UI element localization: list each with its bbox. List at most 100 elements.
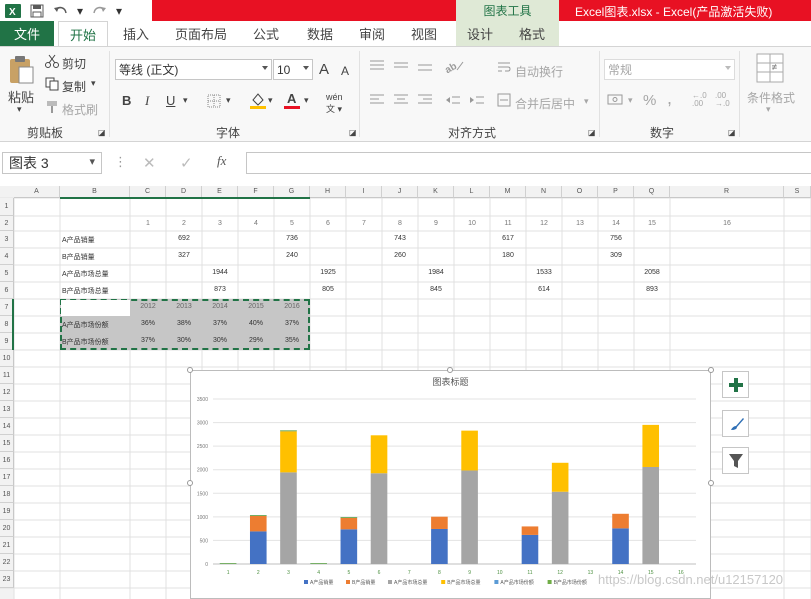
tab-insert[interactable]: 插入 — [113, 21, 159, 46]
tab-file[interactable]: 文件 — [0, 21, 54, 46]
align-bottom-icon[interactable] — [416, 59, 434, 73]
increase-decimal-icon[interactable]: ←.0.00 — [692, 92, 707, 108]
formula-input[interactable] — [246, 152, 811, 174]
tab-formulas[interactable]: 公式 — [244, 21, 288, 46]
percent-button[interactable]: % — [643, 92, 656, 109]
alignment-launcher-icon[interactable]: ◪ — [588, 128, 596, 137]
merge-center-icon[interactable] — [497, 93, 511, 107]
bar-segment[interactable] — [280, 472, 297, 564]
paste-icon[interactable] — [6, 55, 36, 85]
copy-button[interactable]: 复制 — [62, 78, 86, 95]
bar-segment[interactable] — [521, 534, 539, 564]
paste-dropdown-icon[interactable]: ▾ — [17, 104, 22, 115]
cancel-entry-icon[interactable]: ✕ — [143, 154, 156, 172]
italic-button[interactable]: I — [145, 93, 149, 109]
clipboard-launcher-icon[interactable]: ◪ — [98, 128, 106, 137]
bar-segment[interactable] — [521, 526, 539, 535]
name-box-dropdown-icon[interactable]: ▾ — [89, 155, 95, 168]
bar-segment[interactable] — [642, 424, 660, 467]
legend-entry[interactable]: B产品销量 — [352, 579, 375, 586]
orientation-icon[interactable]: ab — [442, 57, 466, 75]
chart-resize-handle[interactable] — [187, 367, 193, 373]
save-icon[interactable] — [28, 2, 46, 20]
merge-center-button[interactable]: 合并后居中 — [515, 95, 575, 112]
copy-icon[interactable] — [44, 76, 60, 92]
more-options-icon[interactable]: ⋮ — [114, 154, 127, 170]
bar-segment[interactable] — [340, 517, 358, 530]
font-color-dropdown-icon[interactable]: ▾ — [304, 95, 309, 106]
fill-color-icon[interactable] — [249, 91, 267, 109]
bar-segment[interactable] — [249, 515, 267, 532]
legend-entry[interactable]: A产品销量 — [310, 579, 333, 586]
bar-segment[interactable] — [370, 435, 388, 474]
bar-segment[interactable] — [310, 563, 327, 564]
bar-segment[interactable] — [461, 470, 478, 564]
currency-dropdown-icon[interactable]: ▾ — [628, 95, 633, 106]
comma-button[interactable]: , — [667, 88, 672, 109]
currency-icon[interactable] — [607, 93, 625, 107]
tab-review[interactable]: 审阅 — [350, 21, 394, 46]
chart-filters-button[interactable] — [722, 447, 749, 474]
bar-segment[interactable] — [612, 528, 629, 564]
bar-segment[interactable] — [370, 473, 388, 564]
copy-dropdown-icon[interactable]: ▾ — [91, 78, 96, 89]
chart-area[interactable]: 图表标题 0 500 1000 1500 2000 2500 3000 3500 1 2 3 4 5 6 7… — [190, 370, 711, 599]
scissors-icon[interactable] — [44, 53, 60, 69]
conditional-formatting-icon[interactable]: ≠ — [756, 53, 784, 83]
merge-dropdown-icon[interactable]: ▾ — [584, 96, 589, 107]
format-painter-icon[interactable] — [44, 99, 60, 115]
tab-page-layout[interactable]: 页面布局 — [170, 21, 232, 46]
grow-font-button[interactable]: A — [319, 61, 329, 78]
chart-resize-handle[interactable] — [447, 367, 453, 373]
decrease-indent-icon[interactable] — [444, 93, 462, 107]
chart-elements-button[interactable] — [722, 371, 749, 398]
bar-segment[interactable] — [340, 517, 358, 518]
undo-dropdown-icon[interactable]: ▾ — [76, 2, 84, 20]
phonetic-icon[interactable]: wén 文 ▾ — [326, 92, 343, 115]
font-name-dropdown[interactable]: 等线 (正文) — [115, 59, 272, 80]
legend-entry[interactable]: B产品市场总量 — [447, 579, 480, 586]
number-format-dropdown[interactable]: 常规 — [604, 59, 735, 80]
tab-data[interactable]: 数据 — [298, 21, 342, 46]
wrap-text-icon[interactable] — [497, 60, 511, 74]
bar-segment[interactable] — [431, 528, 448, 564]
align-right-icon[interactable] — [416, 93, 434, 107]
insert-function-icon[interactable]: fx — [217, 153, 226, 169]
bar-segment[interactable] — [249, 531, 267, 564]
legend-entry[interactable]: A产品市场总量 — [394, 579, 427, 586]
bar-segment[interactable] — [431, 516, 448, 529]
name-box[interactable]: 图表 3 ▾ — [2, 152, 102, 174]
shrink-font-button[interactable]: A — [341, 64, 349, 78]
conditional-dropdown-icon[interactable]: ▾ — [766, 104, 771, 115]
font-color-icon[interactable]: A — [283, 91, 301, 109]
chart-plot[interactable]: 05001000150020002500300035001 2 3 4 5 6 7 8 9 10 1… — [191, 371, 710, 598]
customize-qat-icon[interactable]: ▾ — [114, 2, 124, 20]
legend-entry[interactable]: B产品市场份额 — [554, 579, 587, 586]
legend-entry[interactable]: A产品市场份额 — [500, 579, 533, 586]
enter-entry-icon[interactable]: ✓ — [180, 154, 193, 172]
redo-icon[interactable] — [90, 2, 108, 20]
underline-dropdown-icon[interactable]: ▾ — [183, 95, 188, 106]
borders-icon[interactable] — [206, 93, 222, 109]
fill-color-dropdown-icon[interactable]: ▾ — [268, 95, 273, 106]
align-left-icon[interactable] — [368, 93, 386, 107]
bar-segment[interactable] — [219, 563, 237, 564]
chart-resize-handle[interactable] — [708, 480, 714, 486]
bold-button[interactable]: B — [122, 93, 131, 108]
cut-button[interactable]: 剪切 — [62, 55, 86, 72]
conditional-formatting-button[interactable]: 条件格式 — [747, 89, 795, 106]
bar-segment[interactable] — [340, 529, 358, 564]
bar-segment[interactable] — [612, 513, 629, 529]
decrease-decimal-icon[interactable]: .00 →.0 — [715, 92, 730, 108]
align-middle-icon[interactable] — [392, 59, 410, 73]
bar-segment[interactable] — [280, 430, 297, 432]
bar-segment[interactable] — [280, 431, 297, 473]
tab-format[interactable]: 格式 — [510, 21, 554, 46]
bar-segment[interactable] — [461, 430, 478, 471]
tab-design[interactable]: 设计 — [458, 21, 502, 46]
bar-segment[interactable] — [551, 462, 569, 492]
format-painter-button[interactable]: 格式刷 — [62, 101, 98, 118]
wrap-text-button[interactable]: 自动换行 — [515, 63, 563, 80]
number-launcher-icon[interactable]: ◪ — [728, 128, 736, 137]
undo-icon[interactable] — [52, 2, 70, 20]
